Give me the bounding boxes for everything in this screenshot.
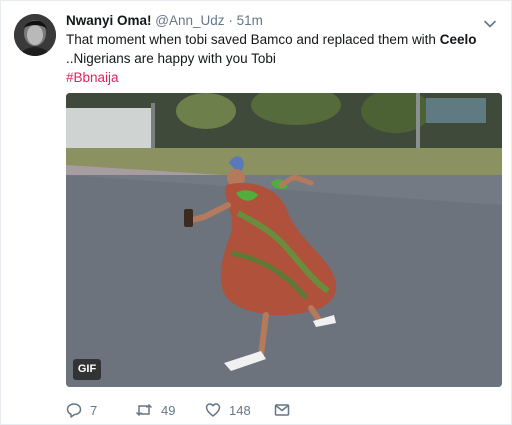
like-count: 148 <box>229 402 251 418</box>
tweet-card[interactable]: Nwanyi Oma! @Ann_Udz · 51m That moment w… <box>0 0 512 425</box>
reply-button[interactable]: 7 <box>66 400 97 420</box>
tweet-text-part2: ..Nigerians are happy with you Tobi <box>66 51 276 66</box>
tweet-text: That moment when tobi saved Bamco and re… <box>66 30 501 87</box>
tweet-text-bold: Ceelo <box>439 32 477 47</box>
heart-icon <box>205 402 221 418</box>
handle[interactable]: @Ann_Udz <box>155 13 224 28</box>
like-button[interactable]: 148 <box>205 400 251 420</box>
retweet-icon <box>135 402 153 418</box>
display-name[interactable]: Nwanyi Oma! <box>66 13 152 28</box>
gif-badge: GIF <box>73 359 101 380</box>
tweet-header: Nwanyi Oma! @Ann_Udz · 51m <box>66 12 263 30</box>
retweet-button[interactable]: 49 <box>135 400 175 420</box>
avatar[interactable] <box>14 14 56 56</box>
reply-icon <box>66 402 82 418</box>
chevron-down-icon[interactable] <box>483 16 497 28</box>
direct-message-button[interactable] <box>274 400 290 420</box>
hashtag-link[interactable]: #Bbnaija <box>66 70 119 85</box>
meta-separator: · <box>228 13 233 28</box>
gif-media[interactable]: GIF <box>66 93 502 387</box>
timestamp[interactable]: 51m <box>237 13 263 28</box>
gif-frame-image <box>66 93 502 387</box>
retweet-count: 49 <box>161 402 176 418</box>
reply-count: 7 <box>90 402 98 418</box>
tweet-text-part1: That moment when tobi saved Bamco and re… <box>66 32 440 47</box>
envelope-icon <box>274 402 290 418</box>
